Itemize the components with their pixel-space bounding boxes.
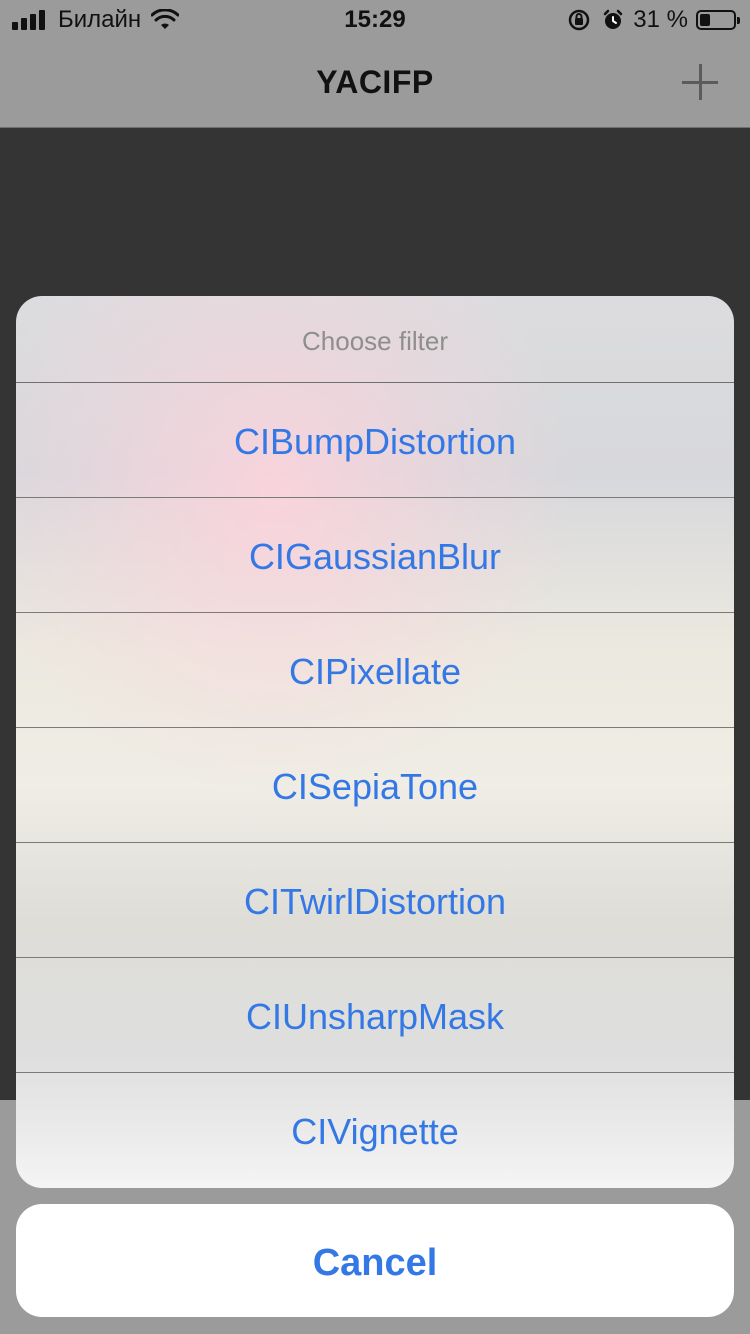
status-bar: Билайн 15:29 31 % xyxy=(0,0,750,40)
rotation-lock-icon xyxy=(569,9,590,31)
filter-option-ciunsharpmask[interactable]: CIUnsharpMask xyxy=(16,958,734,1073)
battery-icon xyxy=(696,10,740,30)
status-right: 31 % xyxy=(567,6,740,34)
alarm-icon xyxy=(604,9,623,29)
filter-option-label: CIVignette xyxy=(291,1111,459,1152)
filter-option-label: CIGaussianBlur xyxy=(248,536,502,577)
filter-action-sheet: Choose filter CIBumpDistortion CIGaussia… xyxy=(16,296,734,1188)
cancel-button[interactable]: Cancel xyxy=(16,1204,734,1317)
filter-option-label: CIUnsharpMask xyxy=(245,996,505,1037)
filter-option-label: CIBumpDistortion xyxy=(233,421,517,462)
filter-option-cigaussianblur[interactable]: CIGaussianBlur xyxy=(16,498,734,613)
filter-option-cisepiatone[interactable]: CISepiaTone xyxy=(16,728,734,843)
battery-percent: 31 % xyxy=(633,6,688,33)
navigation-bar: YACIFP xyxy=(0,40,750,128)
filter-option-label: CITwirlDistortion xyxy=(243,881,507,922)
filter-option-civignette[interactable]: CIVignette xyxy=(16,1073,734,1188)
action-sheet-header: Choose filter xyxy=(16,296,734,383)
filter-option-citwirldistortion[interactable]: CITwirlDistortion xyxy=(16,843,734,958)
page-title: YACIFP xyxy=(316,64,434,100)
filter-option-label: CIPixellate xyxy=(288,651,462,692)
filter-option-cibumpdistortion[interactable]: CIBumpDistortion xyxy=(16,383,734,498)
filter-option-label: CISepiaTone xyxy=(271,766,479,807)
filter-option-cipixellate[interactable]: CIPixellate xyxy=(16,613,734,728)
plus-icon[interactable] xyxy=(680,62,720,102)
action-sheet-title: Choose filter xyxy=(302,326,448,356)
battery-level xyxy=(700,14,710,26)
cancel-button-label: Cancel xyxy=(312,1242,438,1284)
